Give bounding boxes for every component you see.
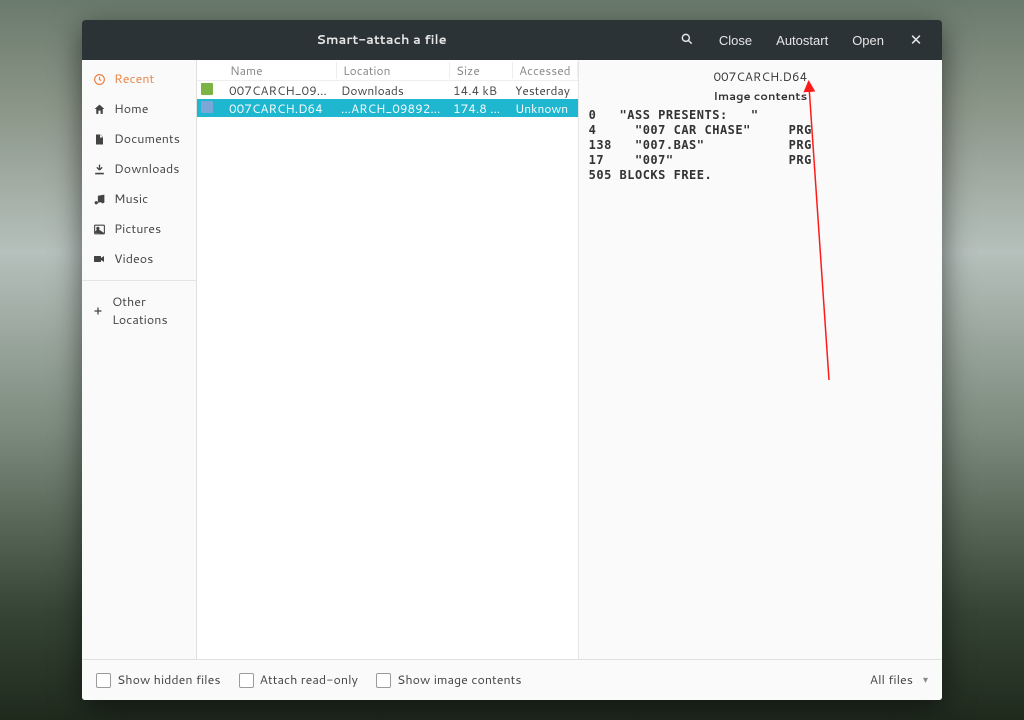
preview-pane: 007CARCH.D64 Image contents 0 "ASS PRESE… xyxy=(579,60,942,659)
sidebar-item-music[interactable]: Music xyxy=(82,184,196,214)
places-sidebar: Recent Home Documents Downloads Music Picture… xyxy=(82,60,197,659)
dialog-window: Smart-attach a file Close Autostart Open… xyxy=(82,20,942,700)
down-icon xyxy=(92,163,106,176)
checkbox-icon xyxy=(96,673,111,688)
preview-filename: 007CARCH.D64 xyxy=(589,68,932,85)
sidebar-item-documents[interactable]: Documents xyxy=(82,124,196,154)
show-contents-label: Show image contents xyxy=(397,671,522,689)
file-location: Downloads xyxy=(335,82,447,99)
col-size[interactable]: Size xyxy=(450,62,513,79)
attach-readonly-checkbox[interactable]: Attach read-only xyxy=(239,671,358,689)
sidebar-other-locations[interactable]: Other Locations xyxy=(82,287,196,335)
file-row[interactable]: 007CARCH_0989...Downloads14.4 kBYesterda… xyxy=(197,81,578,99)
dialog-body: Recent Home Documents Downloads Music Picture… xyxy=(82,60,942,659)
open-button[interactable]: Open xyxy=(840,20,896,60)
plus-icon xyxy=(92,305,104,317)
sidebar-item-label: Videos xyxy=(114,250,153,268)
sidebar-item-videos[interactable]: Videos xyxy=(82,244,196,274)
file-size: 174.8 kB xyxy=(447,100,509,117)
preview-listing: 0 "ASS PRESENTS: "4 "007 CAR CHASE"PRG13… xyxy=(589,108,932,183)
file-row[interactable]: 007CARCH.D64...ARCH_09892_01174.8 kBUnkn… xyxy=(197,99,578,117)
file-accessed: Yesterday xyxy=(509,82,578,99)
sidebar-item-label: Other Locations xyxy=(112,293,186,329)
search-button[interactable] xyxy=(667,20,707,60)
close-button[interactable]: Close xyxy=(707,20,764,60)
doc-icon xyxy=(92,133,106,146)
autostart-button[interactable]: Autostart xyxy=(764,20,840,60)
sidebar-item-recent[interactable]: Recent xyxy=(82,64,196,94)
preview-subtitle: Image contents xyxy=(589,87,932,104)
sidebar-item-home[interactable]: Home xyxy=(82,94,196,124)
checkbox-icon xyxy=(376,673,391,688)
sidebar-item-label: Downloads xyxy=(114,160,179,178)
chevron-down-icon: ▾ xyxy=(923,673,928,687)
col-location[interactable]: Location xyxy=(337,62,450,79)
file-filter-label: All files xyxy=(870,671,913,689)
sidebar-item-label: Recent xyxy=(114,70,154,88)
file-accessed: Unknown xyxy=(509,100,578,117)
file-filter-dropdown[interactable]: All files ▾ xyxy=(870,671,928,689)
header-bar: Smart-attach a file Close Autostart Open… xyxy=(82,20,942,60)
listing-line: 0 "ASS PRESENTS: " xyxy=(589,108,932,123)
sidebar-item-label: Documents xyxy=(114,130,180,148)
music-icon xyxy=(92,193,106,206)
footer-bar: Show hidden files Attach read-only Show … xyxy=(82,659,942,700)
file-list: Name Location Size Accessed 007CARCH_098… xyxy=(197,60,579,659)
col-accessed[interactable]: Accessed xyxy=(513,62,578,79)
listing-line: 17 "007"PRG xyxy=(589,153,932,168)
sidebar-item-label: Pictures xyxy=(114,220,161,238)
file-type-icon xyxy=(201,83,213,95)
file-area: Name Location Size Accessed 007CARCH_098… xyxy=(197,60,942,659)
search-icon xyxy=(680,32,694,49)
vid-icon xyxy=(92,253,106,265)
file-type-icon xyxy=(201,101,213,113)
listing-line: 505 BLOCKS FREE. xyxy=(589,168,932,183)
show-contents-checkbox[interactable]: Show image contents xyxy=(376,671,522,689)
attach-readonly-label: Attach read-only xyxy=(260,671,358,689)
sidebar-item-downloads[interactable]: Downloads xyxy=(82,154,196,184)
sidebar-item-label: Music xyxy=(114,190,148,208)
show-hidden-label: Show hidden files xyxy=(117,671,221,689)
listing-line: 138 "007.BAS"PRG xyxy=(589,138,932,153)
pic-icon xyxy=(92,223,106,236)
col-name[interactable]: Name xyxy=(224,62,337,79)
show-hidden-checkbox[interactable]: Show hidden files xyxy=(96,671,221,689)
file-list-header: Name Location Size Accessed xyxy=(197,60,578,81)
sidebar-item-label: Home xyxy=(114,100,148,118)
file-name: 007CARCH_0989... xyxy=(223,82,335,99)
dialog-title: Smart-attach a file xyxy=(316,31,446,49)
close-icon: ✕ xyxy=(910,31,923,49)
listing-line: 4 "007 CAR CHASE"PRG xyxy=(589,123,932,138)
sidebar-item-pictures[interactable]: Pictures xyxy=(82,214,196,244)
file-size: 14.4 kB xyxy=(447,82,509,99)
clock-icon xyxy=(92,73,106,86)
file-name: 007CARCH.D64 xyxy=(223,100,335,117)
close-x-button[interactable]: ✕ xyxy=(896,20,936,60)
checkbox-icon xyxy=(239,673,254,688)
file-location: ...ARCH_09892_01 xyxy=(335,100,447,117)
home-icon xyxy=(92,103,106,116)
